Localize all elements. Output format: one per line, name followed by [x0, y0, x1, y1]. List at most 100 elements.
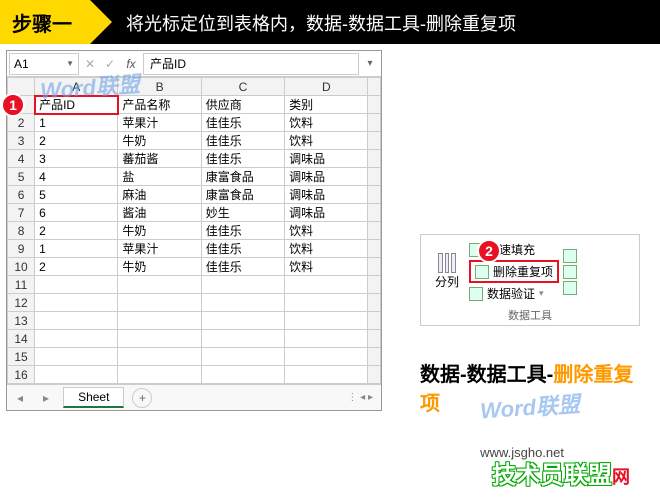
- consolidate-icon[interactable]: [563, 249, 577, 263]
- sheet-tab[interactable]: Sheet: [63, 387, 124, 408]
- cell[interactable]: [118, 330, 201, 348]
- cell[interactable]: [35, 366, 118, 384]
- cell[interactable]: 1: [35, 114, 118, 132]
- cancel-icon[interactable]: ✕: [81, 57, 99, 71]
- tab-nav-next-icon[interactable]: ▸: [33, 391, 59, 405]
- cell[interactable]: 产品ID: [35, 96, 118, 114]
- cell[interactable]: 1: [35, 240, 118, 258]
- table-row[interactable]: 16: [8, 366, 381, 384]
- cell[interactable]: 类别: [285, 96, 368, 114]
- row-header[interactable]: 5: [8, 168, 35, 186]
- cell[interactable]: 酱油: [118, 204, 201, 222]
- cell[interactable]: 6: [35, 204, 118, 222]
- cell[interactable]: 麻油: [118, 186, 201, 204]
- cell[interactable]: [35, 294, 118, 312]
- cell[interactable]: 5: [35, 186, 118, 204]
- table-row[interactable]: 65麻油康富食品调味品: [8, 186, 381, 204]
- col-header-a[interactable]: A: [35, 78, 118, 96]
- remove-duplicates-button[interactable]: 删除重复项: [469, 260, 559, 283]
- row-header[interactable]: 6: [8, 186, 35, 204]
- table-row[interactable]: 13: [8, 312, 381, 330]
- chevron-down-icon[interactable]: ▾: [539, 288, 544, 299]
- cell[interactable]: 调味品: [285, 204, 368, 222]
- row-header[interactable]: 11: [8, 276, 35, 294]
- cell[interactable]: 康富食品: [201, 186, 284, 204]
- cell[interactable]: 4: [35, 168, 118, 186]
- cell[interactable]: 佳佳乐: [201, 150, 284, 168]
- whatif-icon[interactable]: [563, 281, 577, 295]
- cell[interactable]: [201, 366, 284, 384]
- col-header-c[interactable]: C: [201, 78, 284, 96]
- cell[interactable]: 苹果汁: [118, 114, 201, 132]
- cell[interactable]: [285, 312, 368, 330]
- table-row[interactable]: 102牛奶佳佳乐饮料: [8, 258, 381, 276]
- formula-bar[interactable]: 产品ID: [143, 53, 359, 75]
- row-header[interactable]: 12: [8, 294, 35, 312]
- cell[interactable]: [285, 330, 368, 348]
- cell[interactable]: 2: [35, 258, 118, 276]
- cell[interactable]: 供应商: [201, 96, 284, 114]
- cell[interactable]: [201, 348, 284, 366]
- cell[interactable]: 佳佳乐: [201, 240, 284, 258]
- cell[interactable]: 康富食品: [201, 168, 284, 186]
- cell[interactable]: 饮料: [285, 240, 368, 258]
- confirm-icon[interactable]: ✓: [101, 57, 119, 71]
- cell[interactable]: 2: [35, 132, 118, 150]
- row-header[interactable]: 15: [8, 348, 35, 366]
- row-header[interactable]: 9: [8, 240, 35, 258]
- table-row[interactable]: 32牛奶佳佳乐饮料: [8, 132, 381, 150]
- col-header-d[interactable]: D: [285, 78, 368, 96]
- tab-nav-prev-icon[interactable]: ◂: [7, 391, 33, 405]
- cell[interactable]: [118, 366, 201, 384]
- cell[interactable]: 牛奶: [118, 132, 201, 150]
- name-box[interactable]: A1 ▼: [9, 53, 79, 75]
- data-validation-button[interactable]: 数据验证 ▾: [469, 285, 559, 302]
- cell[interactable]: [201, 276, 284, 294]
- chevron-down-icon[interactable]: ▼: [66, 59, 74, 68]
- cell[interactable]: [201, 312, 284, 330]
- cell[interactable]: 饮料: [285, 258, 368, 276]
- tab-scroll-icon[interactable]: ⋮ ◂ ▸: [339, 392, 381, 403]
- table-row[interactable]: 14: [8, 330, 381, 348]
- table-row[interactable]: 91苹果汁佳佳乐饮料: [8, 240, 381, 258]
- cell[interactable]: [201, 294, 284, 312]
- cell[interactable]: [285, 276, 368, 294]
- cell[interactable]: 调味品: [285, 150, 368, 168]
- grid-table[interactable]: A B C D 1产品ID产品名称供应商类别21苹果汁佳佳乐饮料32牛奶佳佳乐饮…: [7, 77, 381, 384]
- cell[interactable]: [118, 294, 201, 312]
- table-row[interactable]: 11: [8, 276, 381, 294]
- expand-formula-bar-icon[interactable]: ▾: [361, 58, 379, 69]
- col-header-b[interactable]: B: [118, 78, 201, 96]
- table-row[interactable]: 54盐康富食品调味品: [8, 168, 381, 186]
- row-header[interactable]: 3: [8, 132, 35, 150]
- fx-icon[interactable]: fx: [121, 57, 141, 71]
- cell[interactable]: [285, 348, 368, 366]
- cell[interactable]: 牛奶: [118, 258, 201, 276]
- cell[interactable]: 佳佳乐: [201, 132, 284, 150]
- cell[interactable]: [118, 348, 201, 366]
- cell[interactable]: 2: [35, 222, 118, 240]
- row-header[interactable]: 10: [8, 258, 35, 276]
- row-header[interactable]: 16: [8, 366, 35, 384]
- table-row[interactable]: 21苹果汁佳佳乐饮料: [8, 114, 381, 132]
- cell[interactable]: 佳佳乐: [201, 222, 284, 240]
- cell[interactable]: 蕃茄酱: [118, 150, 201, 168]
- cell[interactable]: 产品名称: [118, 96, 201, 114]
- cell[interactable]: 3: [35, 150, 118, 168]
- cell[interactable]: [35, 348, 118, 366]
- row-header[interactable]: 7: [8, 204, 35, 222]
- cell[interactable]: 调味品: [285, 168, 368, 186]
- table-row[interactable]: 82牛奶佳佳乐饮料: [8, 222, 381, 240]
- cell[interactable]: [35, 330, 118, 348]
- text-to-columns-button[interactable]: 分列: [429, 251, 465, 292]
- cell[interactable]: [285, 366, 368, 384]
- relationships-icon[interactable]: [563, 265, 577, 279]
- cell[interactable]: [35, 276, 118, 294]
- cell[interactable]: 饮料: [285, 222, 368, 240]
- table-row[interactable]: 43蕃茄酱佳佳乐调味品: [8, 150, 381, 168]
- row-header[interactable]: 13: [8, 312, 35, 330]
- cell[interactable]: 妙生: [201, 204, 284, 222]
- cell[interactable]: 牛奶: [118, 222, 201, 240]
- row-header[interactable]: 14: [8, 330, 35, 348]
- table-row[interactable]: 76酱油妙生调味品: [8, 204, 381, 222]
